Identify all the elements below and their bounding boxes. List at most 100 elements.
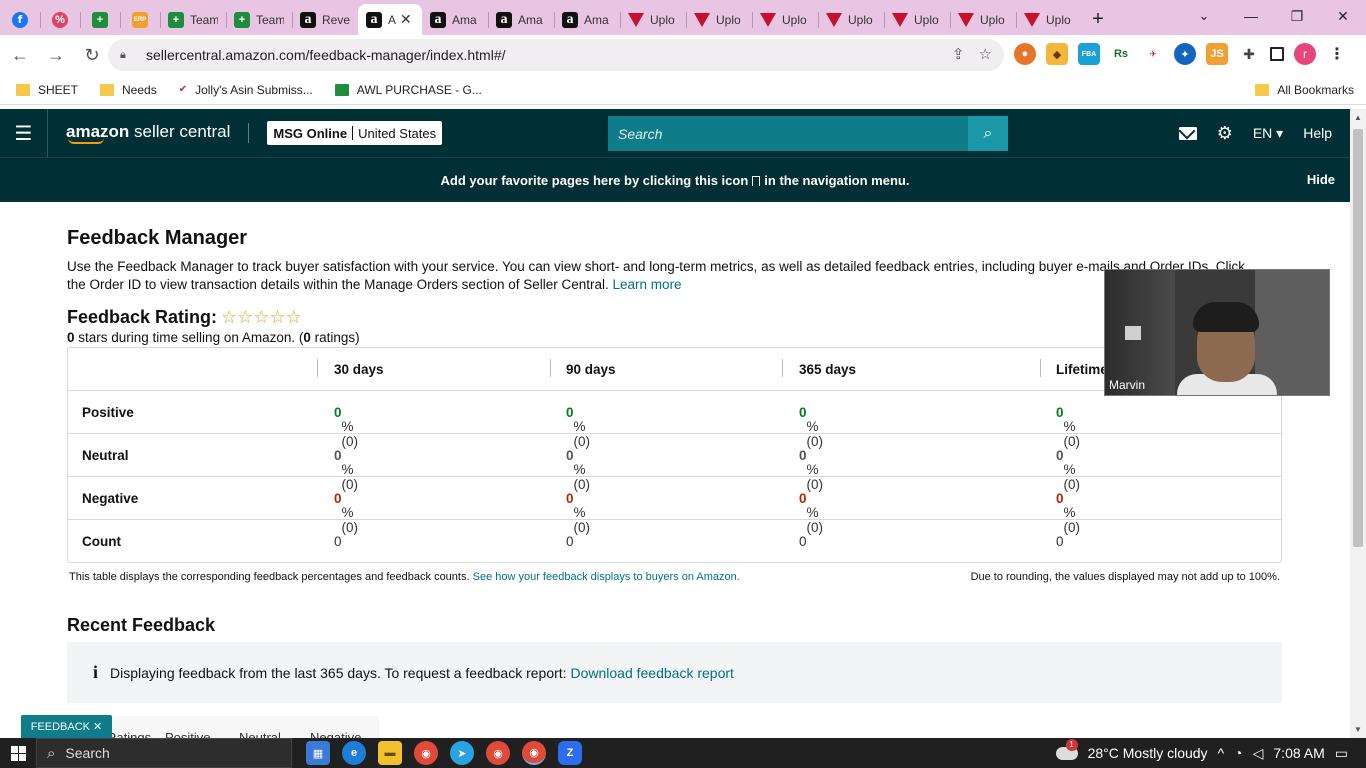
bookmark-star-icon[interactable]: ☆ [979, 45, 992, 63]
bookmarks-bar: SHEET Needs ✔ Jolly's Asin Submiss... AWL… [0, 75, 1366, 105]
minimize-icon[interactable]: — [1228, 0, 1274, 32]
extension-cat-icon[interactable]: ◆ [1046, 43, 1068, 65]
browser-tab[interactable]: % [40, 4, 80, 35]
feedback-table: 30 days 90 days 365 days Lifetime Positi… [67, 347, 1282, 563]
browser-tab[interactable]: f [0, 4, 40, 35]
browser-tab[interactable]: a Reve [292, 4, 358, 35]
bookmark-awl-purchase[interactable]: AWL PURCHASE - G... [334, 83, 482, 97]
bookmark-needs[interactable]: Needs [100, 83, 157, 97]
extension-circle-icon[interactable]: ● [1014, 43, 1036, 65]
browser-tab[interactable]: + [80, 4, 120, 35]
browser-tab[interactable]: Uplo [752, 4, 818, 35]
table-row: Positive 0 %(0) 0 %(0) 0 %(0) 0 %(0) [68, 391, 1281, 449]
upload-icon [826, 12, 842, 27]
tab-neutral[interactable]: Neutral [239, 730, 281, 738]
reload-icon[interactable]: ↻ [76, 39, 108, 71]
weather-text[interactable]: 28°C Mostly cloudy [1088, 745, 1208, 761]
telegram-icon[interactable]: ➤ [450, 741, 474, 765]
close-window-icon[interactable]: ✕ [1320, 0, 1366, 32]
task-view-icon[interactable]: ▦ [306, 741, 330, 765]
store-switcher[interactable]: MSG Online United States [267, 121, 443, 145]
zoom-icon[interactable]: Z [558, 741, 582, 765]
scroll-up-icon[interactable]: ▲ [1354, 113, 1362, 122]
download-feedback-report-link[interactable]: Download feedback report [570, 665, 733, 681]
profile-avatar[interactable]: r [1294, 43, 1316, 65]
feedback-display-link[interactable]: See how your feedback displays to buyers… [473, 571, 740, 583]
browser-tab[interactable]: a Ama [422, 4, 488, 35]
edge-icon[interactable]: e [342, 741, 366, 765]
back-icon[interactable]: ← [4, 39, 36, 71]
browser-tab[interactable]: + Team [160, 4, 226, 35]
rating-summary: 0 stars during time selling on Amazon. (… [67, 330, 360, 345]
browser-menu-icon[interactable]: ⋮ [1326, 43, 1348, 65]
browser-tab[interactable]: Uplo [620, 4, 686, 35]
chrome-active-icon[interactable]: ◉ [522, 741, 546, 765]
chrome-icon[interactable]: ◉ [414, 741, 438, 765]
learn-more-link[interactable]: Learn more [613, 277, 682, 292]
share-icon[interactable]: ⇪ [952, 45, 965, 63]
clock[interactable]: 7:08 AM [1273, 745, 1324, 761]
volume-icon[interactable]: ◁ [1253, 745, 1264, 762]
notifications-icon[interactable]: ▭ [1335, 745, 1348, 762]
browser-tabstrip: f% + ERP + Team + Team a Reve a A ✕ a Ama a Ama a Ama Uplo… [0, 0, 1366, 35]
folder-icon [100, 83, 115, 96]
language-selector[interactable]: EN ▾ [1253, 125, 1283, 142]
gear-icon[interactable]: ⚙ [1217, 123, 1233, 144]
close-tab-icon[interactable]: ✕ [400, 11, 412, 28]
amazon-icon: a [366, 11, 382, 28]
video-call-overlay[interactable]: Marvin [1104, 269, 1330, 396]
bookmark-jolly[interactable]: ✔ Jolly's Asin Submiss... [179, 83, 313, 97]
taskbar-search[interactable]: ⌕ Search [36, 738, 292, 768]
chrome-icon[interactable]: ◉ [486, 741, 510, 765]
new-tab-button[interactable]: + [1082, 4, 1114, 35]
url-text: sellercentral.amazon.com/feedback-manage… [146, 47, 506, 63]
side-panel-icon[interactable] [1270, 47, 1284, 61]
tab-negative[interactable]: Negative [310, 730, 361, 738]
forward-icon[interactable]: → [40, 39, 72, 71]
extension-js-icon[interactable]: JS [1206, 43, 1228, 65]
tab-search-icon[interactable]: ⌄ [1192, 4, 1216, 28]
mail-icon[interactable] [1178, 126, 1197, 140]
extension-globe-icon[interactable]: ✦ [1174, 43, 1196, 65]
browser-tab[interactable]: Uplo [686, 4, 752, 35]
search-icon[interactable]: ⌕ [968, 116, 1008, 151]
address-bar[interactable]: 🔒︎ sellercentral.amazon.com/feedback-man… [108, 39, 1004, 71]
tab-active[interactable]: a A ✕ [358, 4, 422, 35]
search-input[interactable]: Search [608, 116, 968, 151]
table-header: 30 days 90 days 365 days Lifetime [68, 348, 1281, 391]
extension-plane-icon[interactable]: ✈ [1142, 43, 1164, 65]
browser-tab[interactable]: a Ama [488, 4, 554, 35]
star-rating-icon: ☆☆☆☆☆ [221, 307, 302, 328]
table-row: Negative 0 %(0) 0 %(0) 0 %(0) 0 %(0) [68, 477, 1281, 535]
extensions-puzzle-icon[interactable]: ✚ [1238, 43, 1260, 65]
info-alert: i Displaying feedback from the last 365 … [67, 642, 1282, 703]
tab-ratings[interactable]: Ratings [107, 730, 151, 738]
page-scrollbar[interactable]: ▲ ▼ [1350, 109, 1366, 738]
scroll-thumb[interactable] [1353, 129, 1363, 547]
tab-positive[interactable]: Positive [165, 730, 211, 738]
windows-start-icon[interactable] [0, 738, 36, 768]
menu-hamburger-icon[interactable]: ☰ [0, 109, 48, 157]
sheets-icon: + [234, 11, 250, 28]
seller-central-logo[interactable]: amazon seller central [66, 122, 230, 144]
extension-rs-icon[interactable]: Rs [1110, 43, 1132, 65]
scroll-down-icon[interactable]: ▼ [1354, 725, 1362, 734]
weather-cloud-icon[interactable]: 1 [1055, 738, 1078, 760]
help-link[interactable]: Help [1303, 125, 1332, 141]
bookmark-sheet[interactable]: SHEET [16, 83, 78, 97]
browser-tab[interactable]: Uplo [884, 4, 950, 35]
extension-fba-icon[interactable]: FBA [1078, 43, 1100, 65]
hide-banner-button[interactable]: Hide [1307, 172, 1335, 187]
chevron-up-icon[interactable]: ^ [1218, 745, 1225, 761]
feedback-button[interactable]: FEEDBACK ✕ [21, 715, 112, 738]
network-icon[interactable]: ◔ [1234, 745, 1242, 761]
file-explorer-icon[interactable]: ▬ [378, 741, 402, 765]
browser-tab[interactable]: Uplo [818, 4, 884, 35]
browser-tab[interactable]: Uplo [950, 4, 1016, 35]
browser-tab[interactable]: + Team [226, 4, 292, 35]
all-bookmarks[interactable]: All Bookmarks [1255, 83, 1354, 97]
maximize-icon[interactable]: ❐ [1274, 0, 1320, 32]
browser-tab[interactable]: ERP [120, 4, 160, 35]
browser-tab[interactable]: a Ama [554, 4, 620, 35]
browser-tab[interactable]: Uplo [1016, 4, 1082, 35]
